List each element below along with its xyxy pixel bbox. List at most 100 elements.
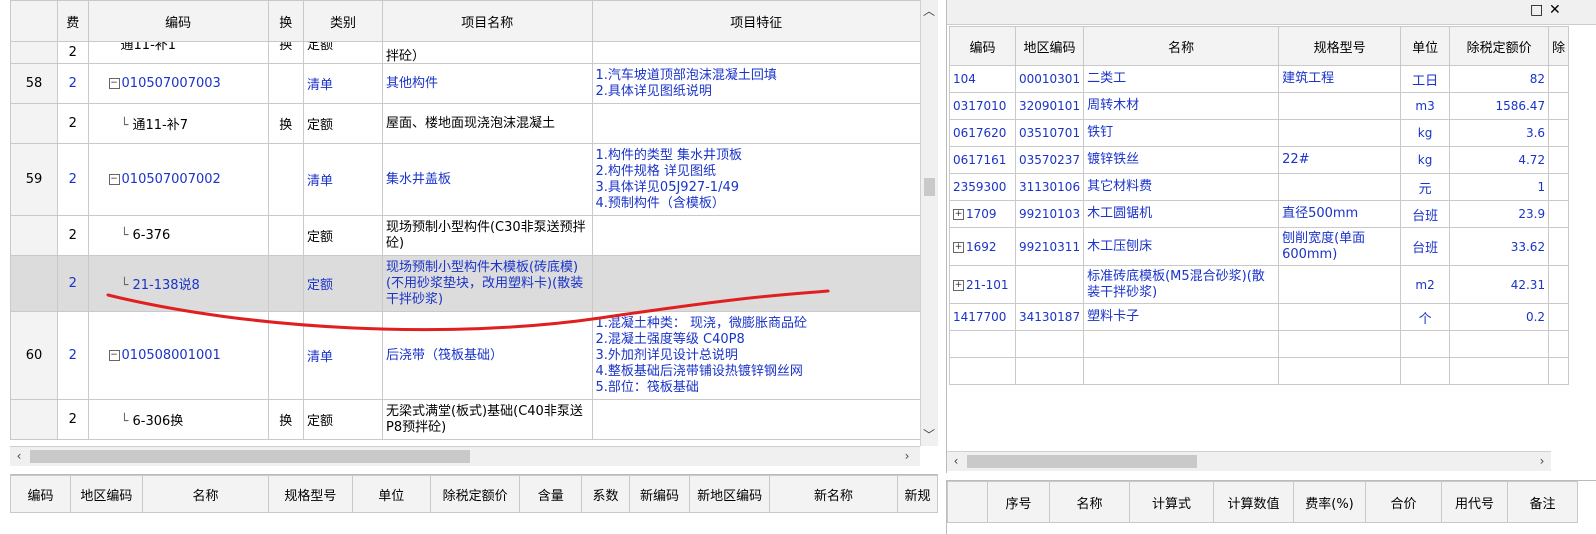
cell-area: 99210103 — [1014, 200, 1085, 228]
right-fee-header: 序号 名称 计算式 计算数值 费率(%) 合价 用代号 备注 — [947, 481, 1578, 523]
cell-area: 32090101 — [1014, 92, 1085, 120]
material-col-header[interactable]: 除税定额价 — [1449, 26, 1550, 66]
scroll-left-arrow[interactable]: ‹ — [12, 449, 26, 463]
material-col-header[interactable]: 地区编码 — [1014, 26, 1085, 66]
name-text: 镀锌铁丝 — [1087, 152, 1140, 167]
detail-col-header[interactable]: 规格型号 — [268, 475, 353, 513]
detail-col-header[interactable]: 名称 — [141, 475, 270, 513]
right-horizontal-scrollbar[interactable]: ‹ › — [947, 451, 1551, 471]
detail-col-header[interactable]: 地区编码 — [70, 475, 143, 513]
cell-extra — [1548, 265, 1570, 304]
detail-col-header[interactable]: 新名称 — [768, 475, 899, 513]
table-row[interactable]: 0317010 32090101 周转木材 m3 1586.47 — [949, 92, 1570, 120]
unit-text: m2 — [1415, 277, 1435, 292]
expand-icon[interactable]: + — [953, 279, 964, 291]
fee-col-header[interactable]: 费率(%) — [1293, 481, 1366, 523]
area-text: 99210103 — [1019, 207, 1081, 221]
vertical-scroll-thumb[interactable] — [924, 178, 935, 196]
cell-spec — [1278, 173, 1402, 201]
cell-extra — [1548, 303, 1570, 331]
price-text: 23.9 — [1518, 207, 1546, 221]
detail-col-header[interactable]: 含量 — [519, 475, 583, 513]
material-col-header[interactable]: 编码 — [949, 26, 1016, 66]
price-text: 1586.47 — [1495, 99, 1546, 113]
empty-cell — [1548, 357, 1570, 385]
area-text: 34130187 — [1019, 310, 1081, 324]
cell-code: +1709 — [949, 200, 1016, 228]
scroll-right-arrow[interactable]: › — [1535, 454, 1549, 468]
cell-extra — [1548, 65, 1570, 93]
material-col-header[interactable]: 除 — [1548, 26, 1570, 66]
fee-col-header[interactable]: 备注 — [1507, 481, 1578, 523]
fee-col-header[interactable]: 名称 — [1049, 481, 1130, 523]
cell-extra — [1548, 92, 1570, 120]
detail-col-header[interactable]: 新编码 — [628, 475, 691, 513]
empty-cell — [1449, 357, 1550, 385]
cell-price: 33.62 — [1449, 227, 1550, 266]
unit-text: kg — [1417, 126, 1433, 140]
detail-col-header[interactable]: 单位 — [351, 475, 431, 513]
cell-unit: m2 — [1400, 265, 1451, 304]
scroll-right-arrow[interactable]: › — [900, 449, 914, 463]
empty-cell — [1278, 357, 1402, 385]
horizontal-scroll-thumb[interactable] — [30, 450, 470, 463]
fee-col-header[interactable]: 计算式 — [1129, 481, 1214, 523]
empty-cell — [1083, 357, 1280, 385]
cell-code: 104 — [949, 65, 1016, 93]
table-row[interactable]: 0617161 03570237 镀锌铁丝 22# kg 4.72 — [949, 146, 1570, 174]
code-text: 0317010 — [953, 99, 1007, 113]
table-row[interactable]: 104 00010301 二类工 建筑工程 工日 82 — [949, 65, 1570, 93]
empty-cell — [1449, 330, 1550, 358]
cell-unit: 元 — [1400, 173, 1451, 201]
cell-unit: 工日 — [1400, 65, 1451, 93]
table-row[interactable]: +21-101 标准砖底模板(M5混合砂浆)(散装干拌砂浆) m2 42.31 — [949, 265, 1570, 304]
empty-row — [949, 330, 1570, 358]
expand-icon[interactable]: + — [953, 209, 964, 220]
fee-col-header[interactable]: 用代号 — [1441, 481, 1508, 523]
material-col-header[interactable]: 单位 — [1400, 26, 1451, 66]
table-row[interactable]: 2359300 31130106 其它材料费 元 1 — [949, 173, 1570, 201]
close-icon[interactable]: ✕ — [1549, 2, 1561, 18]
cell-price: 3.6 — [1449, 119, 1550, 147]
material-col-header[interactable]: 规格型号 — [1278, 26, 1402, 66]
code-text: 21-101 — [966, 277, 1009, 292]
fee-col-header[interactable]: 计算数值 — [1213, 481, 1294, 523]
unit-text: 工日 — [1412, 73, 1439, 89]
left-vertical-scrollbar-track[interactable]: ︿ ﹀ — [920, 0, 938, 446]
area-text: 03510701 — [1019, 126, 1081, 140]
area-text: 99210311 — [1019, 239, 1081, 254]
spec-text: 刨削宽度(单面600mm) — [1282, 230, 1366, 262]
fee-col-header[interactable]: 序号 — [987, 481, 1050, 523]
unit-text: m3 — [1415, 99, 1435, 113]
scroll-left-arrow[interactable]: ‹ — [949, 454, 963, 468]
empty-cell — [1014, 330, 1085, 358]
detail-col-header[interactable]: 除税定额价 — [429, 475, 521, 513]
fee-col-header[interactable]: 合价 — [1365, 481, 1442, 523]
cell-unit: 个 — [1400, 303, 1451, 331]
left-item-grid: 费 编码 换 类别 项目名称 项目特征 2 通11-补1 换 定额 拌砼） 58… — [0, 0, 922, 446]
table-row[interactable]: +1709 99210103 木工圆锯机 直径500mm 台班 23.9 — [949, 200, 1570, 228]
restore-icon[interactable]: □ — [1530, 2, 1543, 18]
table-row[interactable]: 1417700 34130187 塑料卡子 个 0.2 — [949, 303, 1570, 331]
detail-col-header[interactable]: 新规 — [897, 475, 938, 513]
panel-titlebar: □ ✕ — [947, 0, 1596, 25]
cell-unit: 台班 — [1400, 200, 1451, 228]
empty-cell — [1083, 330, 1280, 358]
cell-price: 1586.47 — [1449, 92, 1550, 120]
scroll-up-arrow[interactable]: ︿ — [922, 4, 936, 18]
scroll-down-arrow[interactable]: ﹀ — [922, 428, 936, 442]
material-col-header[interactable]: 名称 — [1083, 26, 1280, 66]
left-horizontal-scrollbar[interactable]: ‹ › — [10, 446, 920, 466]
horizontal-scroll-thumb[interactable] — [967, 455, 1197, 468]
table-row[interactable]: 0617620 03510701 铁钉 kg 3.6 — [949, 119, 1570, 147]
cell-unit: kg — [1400, 119, 1451, 147]
detail-col-header[interactable]: 新地区编码 — [689, 475, 770, 513]
cell-code: 0617620 — [949, 119, 1016, 147]
detail-col-header[interactable]: 系数 — [581, 475, 630, 513]
expand-icon[interactable]: + — [953, 241, 964, 253]
detail-col-header[interactable]: 编码 — [10, 475, 72, 513]
spec-text: 直径500mm — [1282, 206, 1359, 221]
name-text: 木工压刨床 — [1087, 238, 1153, 254]
table-row[interactable]: +1692 99210311 木工压刨床 刨削宽度(单面600mm) 台班 33.62 — [949, 227, 1570, 266]
name-text: 其它材料费 — [1087, 179, 1153, 194]
